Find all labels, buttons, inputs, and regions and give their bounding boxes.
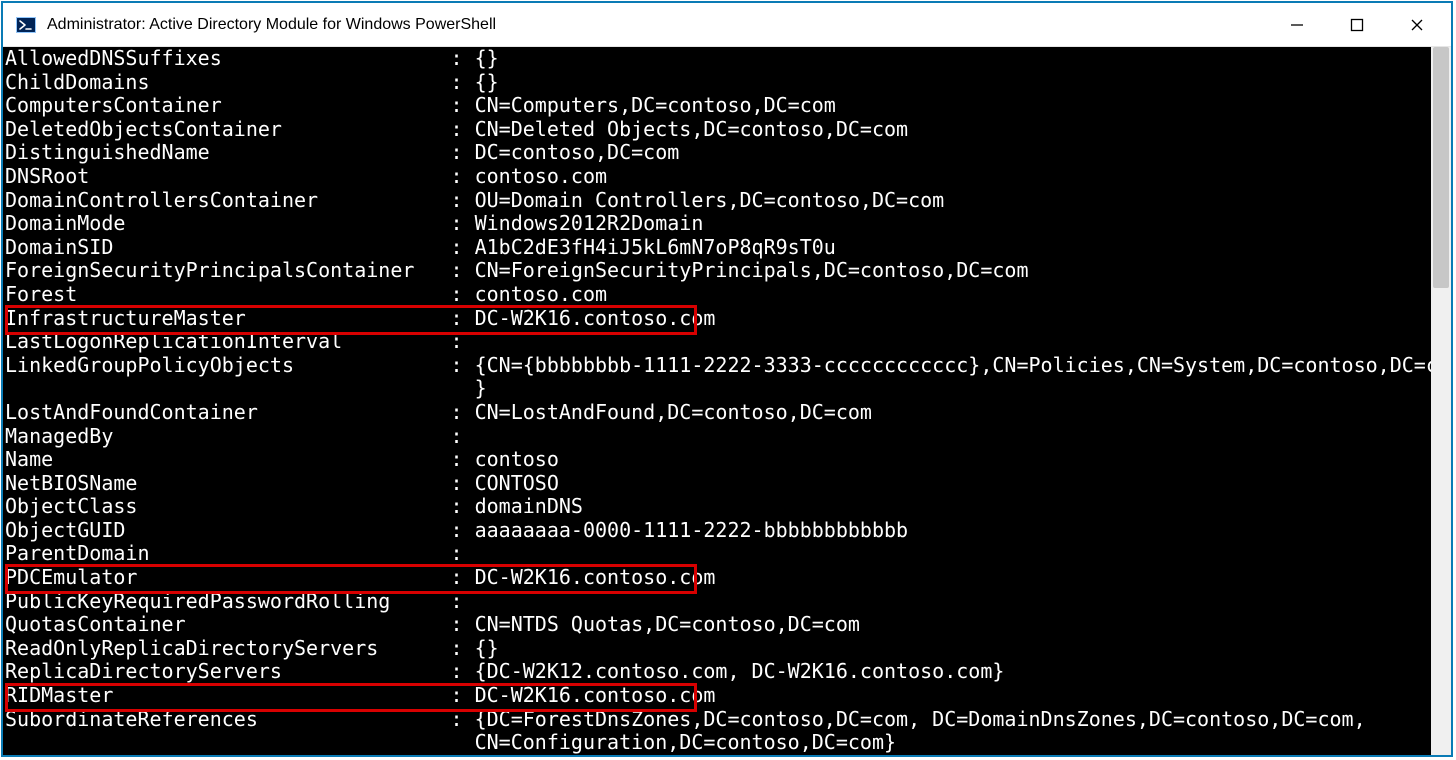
output-line: ChildDomains : {}: [5, 71, 1429, 95]
output-line: ForeignSecurityPrincipalsContainer : CN=…: [5, 259, 1429, 283]
output-line: AllowedDNSSuffixes : {}: [5, 47, 1429, 71]
output-line: LinkedGroupPolicyObjects : {CN={bbbbbbbb…: [5, 354, 1429, 378]
output-line: DistinguishedName : DC=contoso,DC=com: [5, 141, 1429, 165]
title-bar[interactable]: Administrator: Active Directory Module f…: [3, 3, 1451, 47]
output-line: SubordinateReferences : {DC=ForestDnsZon…: [5, 708, 1429, 732]
output-line: DomainControllersContainer : OU=Domain C…: [5, 189, 1429, 213]
output-line: ReadOnlyReplicaDirectoryServers : {}: [5, 637, 1429, 661]
maximize-button[interactable]: [1327, 3, 1387, 46]
output-line: RIDMaster : DC-W2K16.contoso.com: [5, 684, 1429, 708]
output-line: LastLogonReplicationInterval :: [5, 330, 1429, 354]
output-line: ObjectClass : domainDNS: [5, 495, 1429, 519]
window-title: Administrator: Active Directory Module f…: [47, 16, 1267, 34]
output-line: ObjectGUID : aaaaaaaa-0000-1111-2222-bbb…: [5, 519, 1429, 543]
output-line: ComputersContainer : CN=Computers,DC=con…: [5, 94, 1429, 118]
output-line: DNSRoot : contoso.com: [5, 165, 1429, 189]
output-line: PublicKeyRequiredPasswordRolling :: [5, 590, 1429, 614]
output-line: ManagedBy :: [5, 425, 1429, 449]
close-button[interactable]: [1387, 3, 1447, 46]
powershell-icon: [15, 14, 37, 36]
output-line: LostAndFoundContainer : CN=LostAndFound,…: [5, 401, 1429, 425]
output-line: Name : contoso: [5, 448, 1429, 472]
minimize-button[interactable]: [1267, 3, 1327, 46]
output-line: DomainMode : Windows2012R2Domain: [5, 212, 1429, 236]
output-continuation: }: [5, 377, 1429, 401]
scroll-thumb[interactable]: [1433, 47, 1449, 288]
output-line: NetBIOSName : CONTOSO: [5, 472, 1429, 496]
output-line: InfrastructureMaster : DC-W2K16.contoso.…: [5, 307, 1429, 331]
output-line: DeletedObjectsContainer : CN=Deleted Obj…: [5, 118, 1429, 142]
powershell-window: Administrator: Active Directory Module f…: [1, 1, 1453, 757]
window-controls: [1267, 3, 1447, 46]
output-line: Forest : contoso.com: [5, 283, 1429, 307]
output-line: ReplicaDirectoryServers : {DC-W2K12.cont…: [5, 660, 1429, 684]
output-line: QuotasContainer : CN=NTDS Quotas,DC=cont…: [5, 613, 1429, 637]
output-line: ParentDomain :: [5, 542, 1429, 566]
vertical-scrollbar[interactable]: [1431, 47, 1451, 755]
output-continuation: CN=Configuration,DC=contoso,DC=com}: [5, 731, 1429, 755]
output-line: DomainSID : A1bC2dE3fH4iJ5kL6mN7oP8qR9sT…: [5, 236, 1429, 260]
console-output: AllowedDNSSuffixes : {}ChildDomains : {}…: [3, 47, 1431, 755]
console-area[interactable]: AllowedDNSSuffixes : {}ChildDomains : {}…: [3, 47, 1451, 755]
output-line: PDCEmulator : DC-W2K16.contoso.com: [5, 566, 1429, 590]
